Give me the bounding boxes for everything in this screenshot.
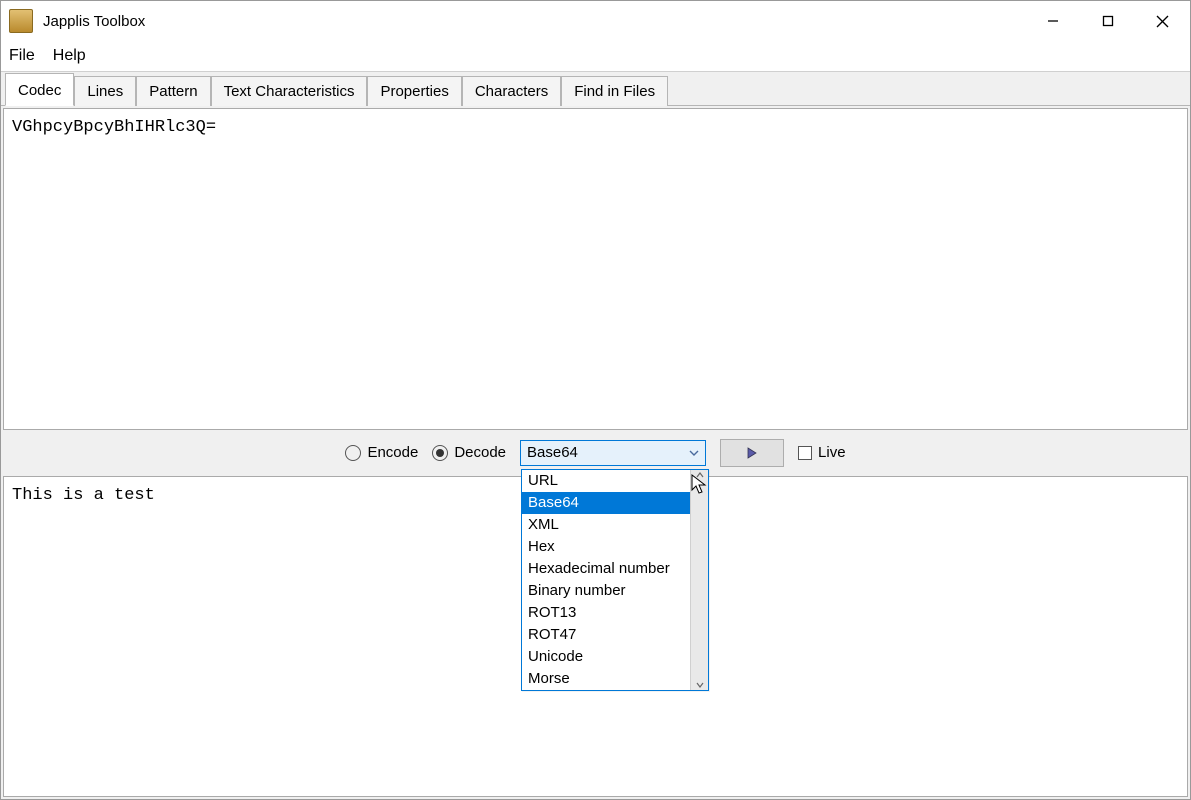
radio-icon [345,445,361,461]
format-option-xml[interactable]: XML [522,514,690,536]
window-title: Japplis Toolbox [43,13,145,30]
codec-toolbar: Encode Decode Base64 Live [1,432,1190,474]
format-option-unicode[interactable]: Unicode [522,646,690,668]
app-icon [9,9,33,33]
title-bar: Japplis Toolbox [1,1,1190,41]
decode-label: Decode [454,444,506,461]
tab-bar: Codec Lines Pattern Text Characteristics… [1,71,1190,106]
tab-codec[interactable]: Codec [5,73,74,106]
run-button[interactable] [720,439,784,467]
content-area: VGhpcyBpcyBhIHRlc3Q= Encode Decode Base6… [1,106,1190,799]
play-icon [747,447,757,459]
encode-radio[interactable]: Encode [345,444,418,461]
tab-text-characteristics[interactable]: Text Characteristics [211,76,368,106]
decode-radio[interactable]: Decode [432,444,506,461]
menu-help[interactable]: Help [53,47,86,65]
input-textarea[interactable]: VGhpcyBpcyBhIHRlc3Q= [3,108,1188,430]
format-option-rot47[interactable]: ROT47 [522,624,690,646]
window-controls [1025,1,1190,41]
maximize-button[interactable] [1080,1,1135,41]
format-option-hexadecimal-number[interactable]: Hexadecimal number [522,558,690,580]
checkbox-icon [798,446,812,460]
tab-properties[interactable]: Properties [367,76,461,106]
tab-find-in-files[interactable]: Find in Files [561,76,668,106]
chevron-up-icon [696,472,704,478]
format-option-rot13[interactable]: ROT13 [522,602,690,624]
app-window: Japplis Toolbox File Help Codec Lines Pa… [0,0,1191,800]
live-label: Live [818,444,846,461]
close-icon [1156,15,1169,28]
tab-characters[interactable]: Characters [462,76,561,106]
menu-file[interactable]: File [9,47,35,65]
format-selected-value: Base64 [527,444,578,461]
format-option-base64[interactable]: Base64 [522,492,690,514]
chevron-down-icon [696,682,704,688]
format-option-binary-number[interactable]: Binary number [522,580,690,602]
chevron-down-icon [689,450,699,456]
tab-lines[interactable]: Lines [74,76,136,106]
menu-bar: File Help [1,41,1190,71]
format-option-morse[interactable]: Morse [522,668,690,690]
minimize-icon [1047,15,1059,27]
format-dropdown-list[interactable]: URL Base64 XML Hex Hexadecimal number Bi… [521,469,709,691]
format-option-url[interactable]: URL [522,470,690,492]
live-checkbox[interactable]: Live [798,444,846,461]
tab-pattern[interactable]: Pattern [136,76,210,106]
format-option-hex[interactable]: Hex [522,536,690,558]
format-select[interactable]: Base64 [520,440,706,466]
maximize-icon [1102,15,1114,27]
minimize-button[interactable] [1025,1,1080,41]
close-button[interactable] [1135,1,1190,41]
radio-icon [432,445,448,461]
encode-label: Encode [367,444,418,461]
dropdown-scrollbar[interactable] [690,470,708,690]
